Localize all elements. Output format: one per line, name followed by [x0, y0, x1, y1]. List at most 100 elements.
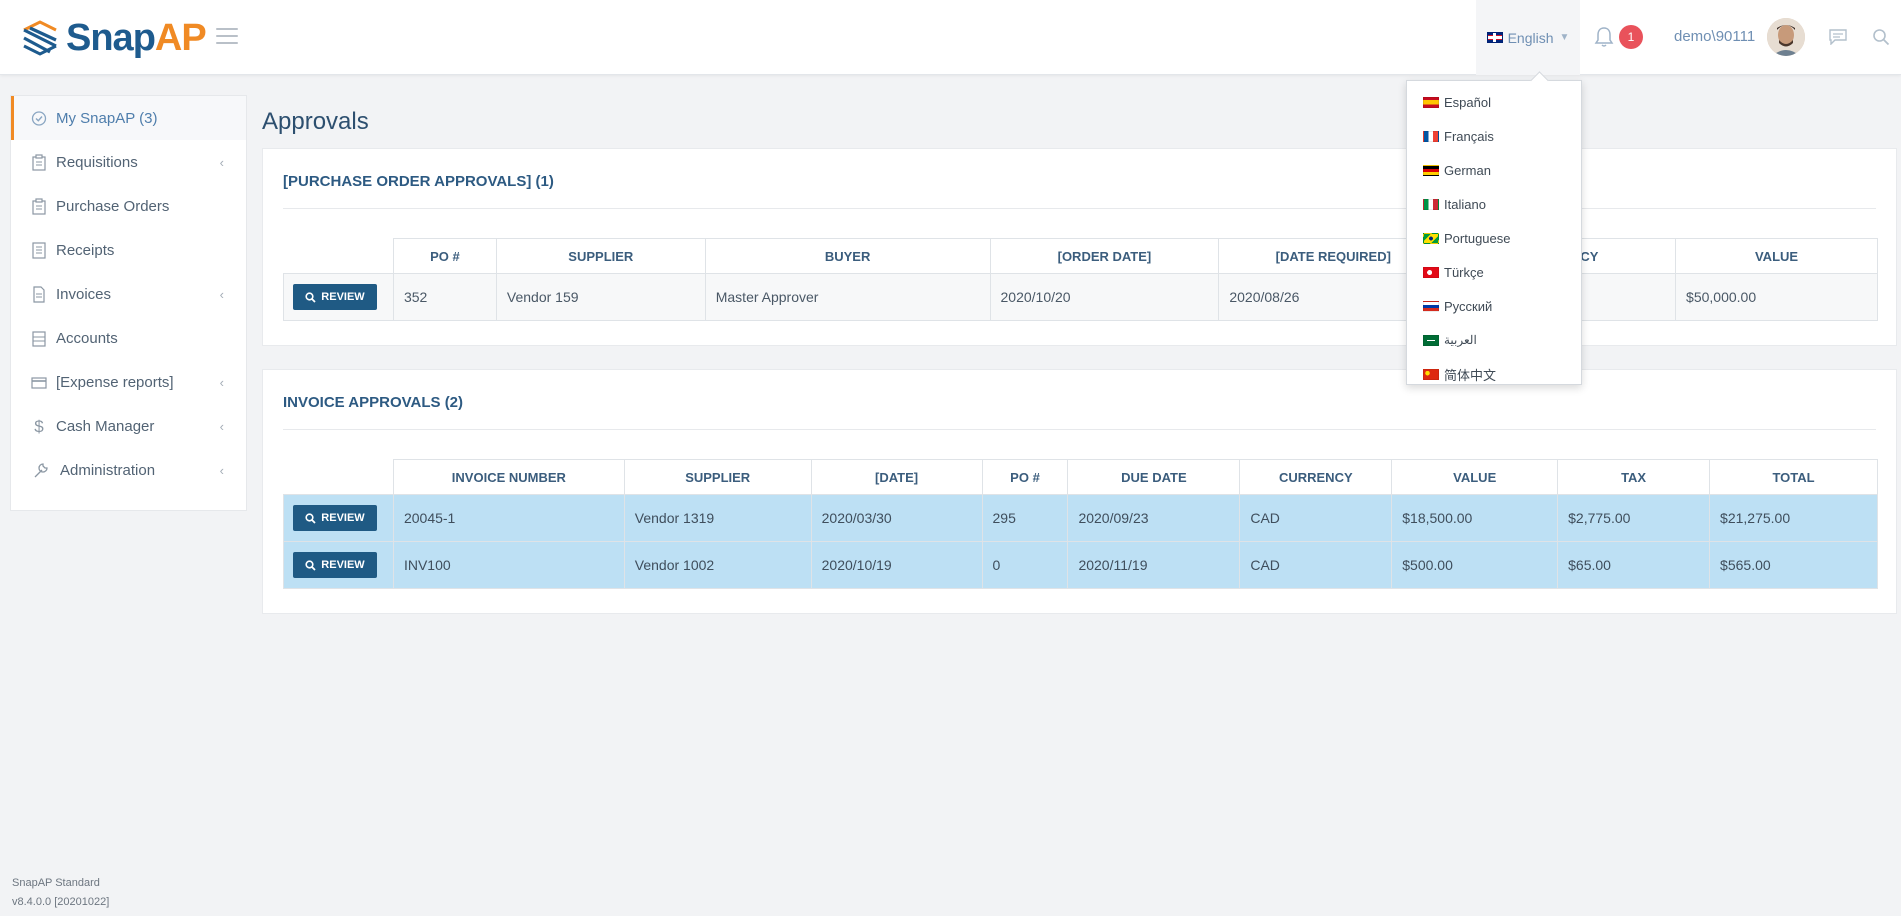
column-header[interactable]: DUE DATE	[1067, 459, 1241, 495]
sidebar-item-my-snapap[interactable]: My SnapAP (3)	[11, 96, 246, 140]
table-cell: Vendor 1002	[623, 541, 812, 589]
search-icon	[305, 291, 316, 303]
language-option-es[interactable]: Español	[1407, 85, 1581, 119]
po-approvals-panel: [PURCHASE ORDER APPROVALS] (1) PO # SUPP…	[262, 148, 1897, 346]
sidebar-item-receipts[interactable]: Receipts	[11, 228, 246, 272]
table-cell: Master Approver	[704, 273, 991, 321]
invoice-approvals-panel: INVOICE APPROVALS (2) INVOICE NUMBER SUP…	[262, 369, 1897, 614]
brazil-flag-icon	[1423, 232, 1439, 244]
table-cell: Vendor 1319	[623, 494, 812, 542]
column-header[interactable]: VALUE	[1391, 459, 1559, 495]
italy-flag-icon	[1423, 198, 1439, 210]
table-cell: 352	[392, 273, 497, 321]
column-header[interactable]: INVOICE NUMBER	[392, 459, 625, 495]
table-cell: Vendor 159	[495, 273, 706, 321]
chevron-left-icon: ‹	[219, 287, 224, 302]
review-button[interactable]: REVIEW	[293, 505, 377, 531]
chat-icon[interactable]	[1829, 29, 1847, 45]
column-header[interactable]: TAX	[1557, 459, 1711, 495]
language-option-ru[interactable]: Русский	[1407, 289, 1581, 323]
chevron-left-icon: ‹	[219, 375, 224, 390]
wrench-icon	[34, 462, 48, 477]
snapap-logo[interactable]: SnapAP	[20, 17, 207, 59]
sidebar-item-accounts[interactable]: Accounts	[11, 316, 246, 360]
sidebar-item-requisitions[interactable]: Requisitions ‹	[11, 140, 246, 184]
table-cell: 2020/10/19	[810, 541, 983, 589]
user-avatar[interactable]	[1767, 18, 1805, 56]
table-cell: 2020/03/30	[810, 494, 983, 542]
column-header[interactable]: BUYER	[704, 238, 991, 274]
dollar-icon: $	[34, 416, 44, 436]
review-button[interactable]: REVIEW	[293, 552, 377, 578]
table-cell: 0	[981, 541, 1069, 589]
sidebar-item-invoices[interactable]: Invoices ‹	[11, 272, 246, 316]
table-cell: CAD	[1239, 541, 1393, 589]
russia-flag-icon	[1423, 300, 1439, 312]
footer-version: v8.4.0.0 [20201022]	[12, 896, 110, 908]
clipboard-icon	[32, 153, 46, 171]
table-cell: $2,775.00	[1557, 494, 1711, 542]
search-icon	[305, 559, 316, 571]
table-cell: $565.00	[1709, 541, 1878, 589]
logo-text-snap: Snap	[66, 17, 156, 59]
po-panel-title: [PURCHASE ORDER APPROVALS] (1)	[283, 173, 554, 190]
avatar-portrait-icon	[1767, 18, 1805, 56]
column-header[interactable]: TOTAL	[1709, 459, 1878, 495]
table-cell: $65.00	[1557, 541, 1711, 589]
table-cell: $21,275.00	[1709, 494, 1878, 542]
table-row: REVIEW 20045-1 Vendor 1319 2020/03/30 29…	[283, 494, 1878, 542]
column-header-action	[283, 459, 394, 495]
sidebar-item-cash-manager[interactable]: $ Cash Manager ‹	[11, 404, 246, 448]
accounts-icon	[32, 330, 46, 347]
logo-text-ap: AP	[154, 17, 207, 59]
column-header[interactable]: VALUE	[1675, 238, 1878, 274]
search-icon[interactable]	[1872, 28, 1890, 46]
sidebar-item-purchase-orders[interactable]: Purchase Orders	[11, 184, 246, 228]
divider	[283, 429, 1876, 430]
table-row: REVIEW 352 Vendor 159 Master Approver 20…	[283, 273, 1878, 321]
column-header[interactable]: PO #	[981, 459, 1069, 495]
language-option-zh[interactable]: 简体中文	[1407, 357, 1581, 391]
language-option-ar[interactable]: العربية	[1407, 323, 1581, 357]
language-option-de[interactable]: German	[1407, 153, 1581, 187]
column-header[interactable]: [ORDER DATE]	[989, 238, 1220, 274]
column-header[interactable]: PO #	[392, 238, 497, 274]
language-option-it[interactable]: Italiano	[1407, 187, 1581, 221]
france-flag-icon	[1423, 130, 1439, 142]
table-cell: 2020/09/23	[1067, 494, 1241, 542]
divider	[283, 208, 1876, 209]
column-header[interactable]: CURRENCY	[1239, 459, 1393, 495]
language-dropdown: Español Français German Italiano Portugu…	[1406, 80, 1582, 385]
bell-icon[interactable]	[1594, 26, 1614, 48]
language-label: English	[1507, 29, 1554, 46]
table-header-row: PO # SUPPLIER BUYER [ORDER DATE] [DATE R…	[283, 238, 1878, 274]
language-option-tr[interactable]: Türkçe	[1407, 255, 1581, 289]
po-table: PO # SUPPLIER BUYER [ORDER DATE] [DATE R…	[283, 238, 1878, 321]
document-icon	[33, 285, 45, 303]
language-option-fr[interactable]: Français	[1407, 119, 1581, 153]
language-selector[interactable]: English ▼	[1476, 0, 1580, 75]
invoice-table: INVOICE NUMBER SUPPLIER [DATE] PO # DUE …	[283, 459, 1878, 589]
china-flag-icon	[1423, 368, 1439, 380]
uk-flag-icon	[1486, 32, 1503, 43]
receipt-icon	[32, 241, 46, 259]
language-option-pt[interactable]: Portuguese	[1407, 221, 1581, 255]
review-button[interactable]: REVIEW	[293, 284, 377, 310]
column-header[interactable]: SUPPLIER	[623, 459, 812, 495]
invoice-panel-title: INVOICE APPROVALS (2)	[283, 394, 464, 411]
user-name[interactable]: demo\90111	[1674, 28, 1755, 45]
check-circle-icon	[31, 110, 47, 126]
table-row: REVIEW INV100 Vendor 1002 2020/10/19 0 2…	[283, 541, 1878, 589]
notification-badge[interactable]: 1	[1619, 25, 1643, 49]
germany-flag-icon	[1423, 164, 1439, 176]
table-cell: $50,000.00	[1675, 273, 1878, 321]
column-header[interactable]: [DATE]	[810, 459, 983, 495]
turkey-flag-icon	[1423, 266, 1439, 278]
hamburger-menu-icon[interactable]	[216, 28, 238, 46]
sidebar-item-expense-reports[interactable]: [Expense reports] ‹	[11, 360, 246, 404]
column-header-action	[283, 238, 394, 274]
column-header[interactable]: SUPPLIER	[495, 238, 706, 274]
logo-mark-icon	[23, 20, 57, 56]
sidebar-item-administration[interactable]: Administration ‹	[11, 448, 246, 492]
table-cell: 2020/11/19	[1067, 541, 1241, 589]
